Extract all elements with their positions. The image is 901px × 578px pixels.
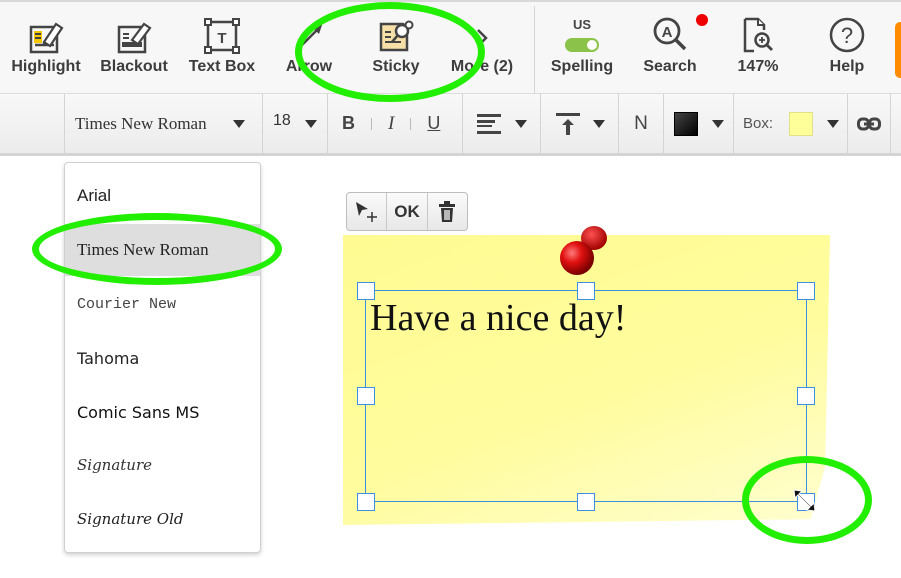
toolbar-divider (534, 6, 535, 94)
move-cursor-icon (355, 201, 377, 222)
normal-text-button[interactable]: N (618, 94, 663, 153)
sticky-tool[interactable]: Sticky (360, 2, 432, 94)
trash-icon (439, 200, 456, 222)
chevron-down-icon (305, 119, 317, 128)
resize-handle-left[interactable] (357, 387, 375, 405)
spelling-locale: US (572, 17, 592, 32)
spelling-label: Spelling (550, 58, 614, 75)
ok-button[interactable]: OK (387, 193, 428, 230)
chevron-down-icon (515, 119, 527, 128)
arrow-icon (296, 22, 323, 51)
text-box-tool[interactable]: T Text Box (184, 2, 260, 94)
link-icon (857, 117, 881, 130)
font-dropdown: Arial Times New Roman Courier New Tahoma… (64, 162, 261, 553)
normal-label: N (634, 112, 648, 134)
resize-handle-bottom-left[interactable] (357, 493, 375, 511)
search-icon: A (653, 17, 687, 51)
chevron-down-icon (593, 119, 605, 128)
box-color-swatch (789, 111, 814, 136)
chevron-down-icon (233, 119, 245, 128)
font-family-value: Times New Roman (75, 113, 207, 133)
help-tool[interactable]: ? Help (812, 2, 882, 94)
font-option-comic-sans[interactable]: Comic Sans MS (65, 386, 260, 438)
resize-cursor-icon (793, 489, 816, 512)
more-tool[interactable]: More (2) (446, 2, 518, 94)
sticky-action-toolbar: OK (346, 192, 468, 231)
sticky-label: Sticky (372, 58, 420, 75)
resize-handle-bottom[interactable] (577, 493, 595, 511)
font-family-select[interactable]: Times New Roman (64, 94, 262, 153)
font-option-courier-new[interactable]: Courier New (65, 278, 260, 330)
highlight-label: Highlight (11, 58, 81, 75)
text-style-group: B I U (327, 94, 462, 153)
link-button[interactable] (847, 94, 891, 153)
font-option-signature-old[interactable]: Signature Old (65, 493, 260, 545)
toggle-icon[interactable] (565, 38, 599, 52)
main-toolbar: Highlight Blackout T Text Box Arrow Stic… (0, 0, 901, 94)
svg-text:T: T (217, 30, 226, 47)
sticky-note-icon (379, 20, 414, 52)
help-label: Help (829, 58, 865, 75)
align-top-icon (556, 112, 580, 135)
text-color-select[interactable] (663, 94, 733, 153)
arrow-label: Arrow (285, 58, 333, 75)
text-color-swatch (674, 111, 698, 136)
orange-action-button[interactable] (895, 22, 901, 78)
svg-text:?: ? (841, 23, 853, 48)
zoom-tool[interactable]: 147% (722, 2, 794, 94)
search-label: Search (643, 58, 697, 75)
search-tool[interactable]: A Search (634, 2, 706, 94)
chevron-down-icon (827, 119, 840, 128)
pdf-editor: Highlight Blackout T Text Box Arrow Stic… (0, 0, 901, 578)
font-size-select[interactable]: 18 (262, 94, 327, 153)
blackout-label: Blackout (100, 58, 168, 75)
spelling-tool[interactable]: US Spelling (546, 2, 618, 94)
chevron-down-icon (712, 119, 724, 128)
chevron-right-icon (477, 29, 488, 47)
blackout-tool[interactable]: Blackout (96, 2, 172, 94)
font-option-arial[interactable]: Arial (65, 170, 260, 222)
text-box-label: Text Box (188, 58, 256, 75)
more-label: More (2) (450, 58, 514, 75)
sticky-note-text[interactable]: Have a nice day! (370, 296, 626, 340)
underline-button[interactable]: U (427, 113, 440, 134)
zoom-level: 147% (737, 58, 779, 75)
text-box-icon: T (204, 18, 240, 54)
svg-text:A: A (662, 24, 673, 41)
highlight-tool[interactable]: Highlight (8, 2, 84, 94)
zoom-page-icon (743, 17, 773, 53)
font-option-tahoma[interactable]: Tahoma (65, 332, 260, 384)
pushpin-icon (560, 226, 607, 275)
box-color-select[interactable]: Box: (733, 94, 847, 153)
align-select[interactable] (462, 94, 540, 153)
font-option-times-new-roman[interactable]: Times New Roman (65, 224, 260, 276)
style-divider (410, 117, 412, 130)
bold-button[interactable]: B (342, 113, 355, 134)
resize-handle-right[interactable] (797, 387, 815, 405)
font-option-signature[interactable]: Signature (65, 439, 260, 491)
box-label: Box: (743, 115, 774, 132)
vertical-align-select[interactable] (540, 94, 618, 153)
blackout-icon (117, 22, 152, 54)
arrow-tool[interactable]: Arrow (276, 2, 342, 94)
italic-button[interactable]: I (388, 113, 394, 135)
align-left-icon (477, 113, 501, 134)
help-icon: ? (829, 17, 865, 53)
resize-handle-top-right[interactable] (797, 282, 815, 300)
move-button[interactable] (347, 193, 388, 230)
delete-button[interactable] (428, 193, 467, 230)
notification-dot (696, 14, 708, 26)
format-toolbar: Times New Roman 18 B I U N Box: (0, 94, 901, 156)
style-divider (371, 117, 372, 130)
font-size-value: 18 (273, 111, 291, 129)
highlight-icon (29, 22, 64, 54)
